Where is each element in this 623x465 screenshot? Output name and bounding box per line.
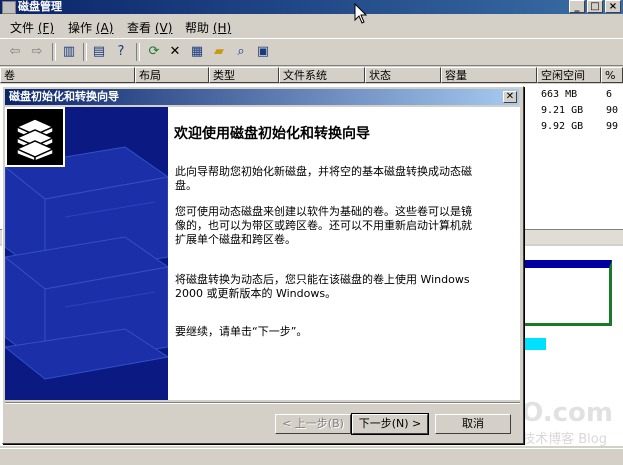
disk-stack-icon [5,107,65,167]
disk-management-icon [2,1,16,14]
menu-help[interactable]: 帮助 (H) [185,19,231,36]
cancel-button[interactable]: 取消 [435,414,511,434]
rescan-icon[interactable]: ▣ [254,43,272,61]
free-space-value: 663 MB [541,89,578,100]
properties-sheet-icon[interactable]: ▦ [188,43,206,61]
window-title: 磁盘管理 [18,0,62,13]
free-space-value: 9.92 GB [541,121,584,132]
wizard-titlebar: 磁盘初始化和转换向导 ✕ [5,89,519,105]
wizard-banner [5,107,168,400]
percent-value: 6 [606,89,613,100]
menu-file[interactable]: 文件 (F) [10,19,54,36]
wizard-content: 欢迎使用磁盘初始化和转换向导 此向导帮助您初始化新磁盘，并将空的基本磁盘转换成动… [5,107,520,400]
menubar: 文件 (F) 操作 (A) 查看 (V) 帮助 (H) [0,16,623,39]
col-status[interactable]: 状态 [365,67,441,83]
menu-view[interactable]: 查看 (V) [127,19,172,36]
watermark-subtitle: 技术博客 Blog [522,432,607,447]
col-percent[interactable]: % [601,67,623,83]
close-button[interactable]: × [605,0,621,13]
col-layout[interactable]: 布局 [135,67,209,83]
search-icon[interactable]: ⌕ [232,43,250,61]
forward-arrow-icon[interactable]: ⇨ [28,43,46,61]
wizard-intro-text: 此向导帮助您初始化新磁盘，并将空的基本磁盘转换成动态磁盘。 [175,165,472,192]
delete-icon[interactable]: ✕ [166,43,184,61]
wizard-title: 磁盘初始化和转换向导 [9,90,119,103]
toolbar: ⇦ ⇨ ▥ ▤ ? ⟳ ✕ ▦ ▰ ⌕ ▣ [0,39,623,66]
percent-value: 99 [606,121,619,132]
col-type[interactable]: 类型 [209,67,279,83]
status-bar [0,448,623,465]
wizard-dynamic-text: 您可使用动态磁盘来创建以软件为基础的卷。这些卷可以是镜像的，也可以为带区或跨区卷… [175,205,472,246]
wizard-close-button[interactable]: ✕ [503,91,517,103]
open-folder-icon[interactable]: ▰ [210,43,228,61]
wizard-continue-text: 要继续，请单击“下一步”。 [175,325,308,338]
disk-1-partition-bar [522,338,546,350]
show-hide-tree-icon[interactable]: ▥ [60,43,78,61]
volume-list-header: 卷 布局 类型 文件系统 状态 容量 空闲空间 % [0,67,623,84]
minimize-button[interactable]: _ [569,0,585,13]
percent-value: 90 [606,105,619,116]
help-icon[interactable]: ? [112,43,130,61]
menu-action[interactable]: 操作 (A) [68,19,113,36]
wizard-warning-text: 将磁盘转换为动态后，您只能在该磁盘的卷上使用 Windows 2000 或更新版… [175,273,470,300]
back-button[interactable]: < 上一步(B) [275,414,351,434]
main-titlebar: 磁盘管理 _ □ × [0,0,623,14]
refresh-icon[interactable]: ⟳ [145,43,163,61]
col-filesystem[interactable]: 文件系统 [279,67,365,83]
wizard-heading: 欢迎使用磁盘初始化和转换向导 [174,126,370,142]
col-free-space[interactable]: 空闲空间 [537,67,601,83]
wizard-divider [5,402,520,404]
disk-0-partition[interactable] [522,260,612,326]
mouse-cursor-icon [354,3,368,24]
back-arrow-icon[interactable]: ⇦ [6,43,24,61]
properties-icon[interactable]: ▤ [90,43,108,61]
free-space-value: 9.21 GB [541,105,584,116]
maximize-button[interactable]: □ [587,0,603,13]
next-button[interactable]: 下一步(N) > [351,413,429,435]
wizard-dialog: 磁盘初始化和转换向导 ✕ 欢迎使用磁盘初始化和转换向导 此向导帮助您初始化新磁盘… [2,86,524,444]
col-capacity[interactable]: 容量 [441,67,537,83]
col-volume[interactable]: 卷 [0,67,135,83]
